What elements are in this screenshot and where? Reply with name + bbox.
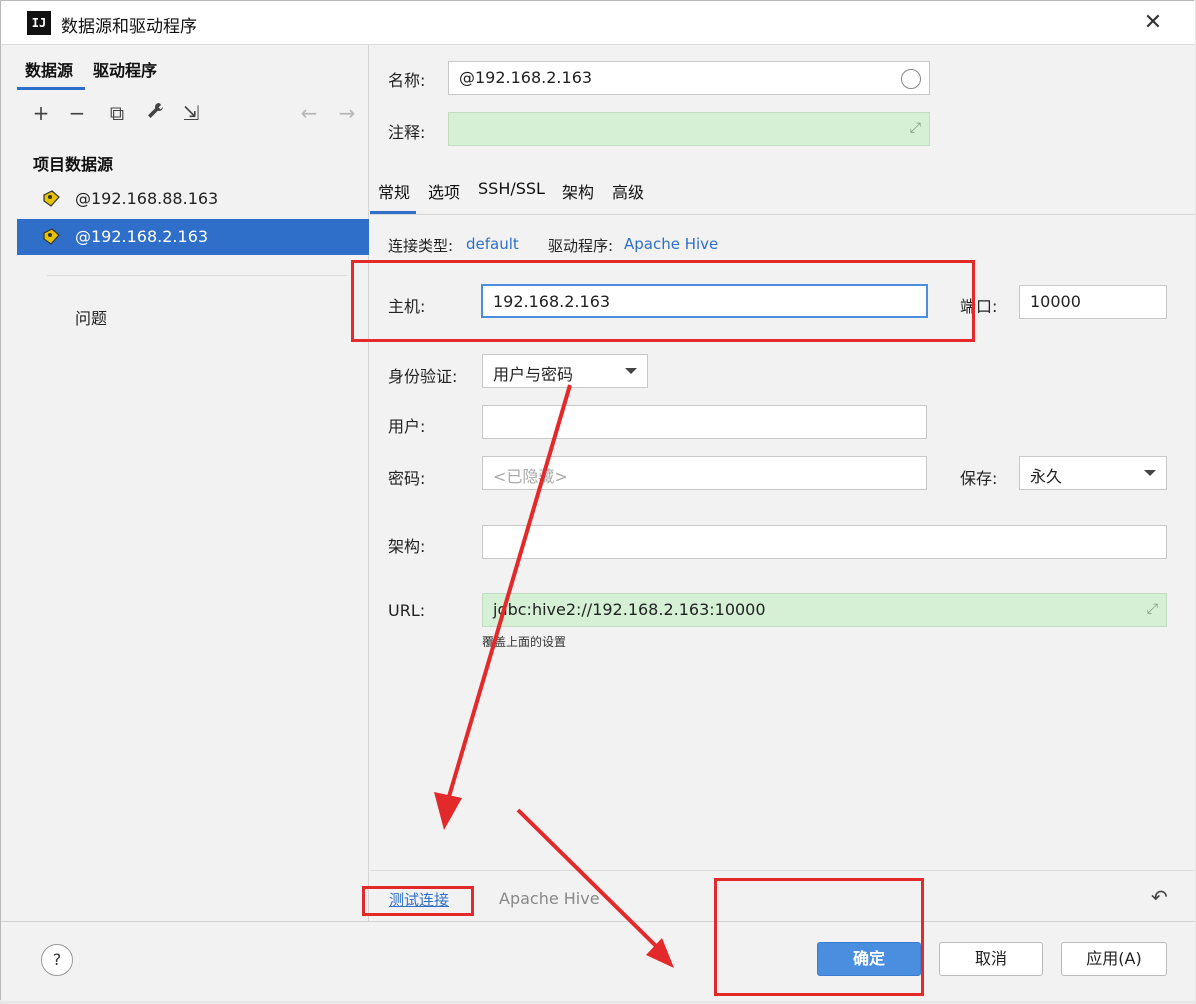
reset-icon[interactable]: ↶	[1151, 885, 1168, 909]
auth-value: 用户与密码	[493, 365, 574, 384]
add-icon[interactable]: +	[29, 101, 53, 125]
data-source-item[interactable]: @192.168.88.163	[17, 181, 369, 217]
save-value: 永久	[1030, 467, 1063, 486]
expand-icon[interactable]: ⤢	[1147, 601, 1158, 617]
app-icon: IJ	[27, 11, 51, 35]
port-input[interactable]: 10000	[1019, 285, 1167, 319]
name-value: @192.168.2.163	[459, 68, 593, 87]
close-button[interactable]: ✕	[1139, 9, 1167, 37]
ok-button[interactable]: 确定	[817, 942, 921, 976]
save-label: 保存:	[960, 469, 998, 488]
forward-arrow-icon[interactable]: →	[335, 101, 359, 125]
expand-icon[interactable]: ⤢	[910, 120, 921, 136]
host-input[interactable]: 192.168.2.163	[481, 284, 928, 318]
bottom-separator	[370, 870, 1195, 871]
auth-label: 身份验证:	[388, 367, 458, 386]
wrench-svg	[148, 103, 163, 118]
driver-status: Apache Hive	[499, 889, 600, 908]
divider	[47, 275, 347, 276]
hive-icon	[41, 189, 61, 209]
host-label: 主机:	[388, 297, 426, 316]
cancel-button[interactable]: 取消	[939, 942, 1043, 976]
title-bar: IJ 数据源和驱动程序 ✕	[1, 1, 1195, 45]
schema-label: 架构:	[388, 537, 426, 556]
url-hint: 覆盖上面的设置	[482, 635, 567, 649]
apply-button[interactable]: 应用(A)	[1061, 942, 1167, 976]
color-picker-icon[interactable]	[901, 69, 921, 89]
user-label: 用户:	[388, 417, 426, 436]
port-label: 端口:	[960, 297, 998, 316]
tab-ssh-ssl[interactable]: SSH/SSL	[478, 179, 545, 198]
url-input[interactable]: jdbc:hive2://192.168.2.163:10000 ⤢	[482, 593, 1167, 627]
schema-input[interactable]	[482, 525, 1167, 559]
tab-general[interactable]: 常规	[378, 179, 410, 203]
project-data-sources-title: 项目数据源	[33, 155, 114, 174]
hive-icon	[41, 227, 61, 247]
footer: ? 确定 取消 应用(A)	[1, 921, 1195, 1001]
password-placeholder: <已隐藏>	[493, 467, 568, 486]
data-source-item-selected[interactable]: @192.168.2.163	[17, 219, 369, 255]
conn-type-link[interactable]: default	[466, 235, 519, 253]
url-value: jdbc:hive2://192.168.2.163:10000	[493, 600, 766, 619]
user-input[interactable]	[482, 405, 927, 439]
url-label: URL:	[388, 601, 426, 620]
hive-svg	[43, 228, 60, 245]
window-title: 数据源和驱动程序	[61, 17, 197, 37]
name-input[interactable]: @192.168.2.163	[448, 61, 930, 95]
auth-select[interactable]: 用户与密码	[482, 354, 648, 388]
wrench-icon[interactable]	[143, 101, 167, 125]
conn-type-label: 连接类型:	[388, 237, 454, 255]
dialog-window: IJ 数据源和驱动程序 ✕ 数据源 驱动程序 + − ⧉ ⇲ ← → 项目数据源…	[0, 0, 1195, 1001]
remove-icon[interactable]: −	[65, 101, 89, 125]
copy-icon[interactable]: ⧉	[105, 101, 129, 125]
chevron-down-icon	[625, 368, 637, 374]
tab-data-sources[interactable]: 数据源	[25, 57, 73, 81]
driver-label: 驱动程序:	[548, 237, 614, 255]
tab-separator	[370, 214, 1195, 215]
tab-options[interactable]: 选项	[428, 179, 460, 203]
left-pane: 数据源 驱动程序 + − ⧉ ⇲ ← → 项目数据源 @192.168.88.1…	[17, 45, 369, 921]
password-label: 密码:	[388, 469, 426, 488]
driver-link[interactable]: Apache Hive	[624, 235, 718, 253]
tab-drivers[interactable]: 驱动程序	[93, 57, 157, 81]
password-input[interactable]: <已隐藏>	[482, 456, 927, 490]
save-select[interactable]: 永久	[1019, 456, 1167, 490]
data-source-label: @192.168.2.163	[75, 227, 209, 246]
chevron-down-icon	[1144, 470, 1156, 476]
problems-item[interactable]: 问题	[75, 305, 107, 329]
test-connection-link[interactable]: 测试连接	[389, 889, 449, 910]
hive-svg	[43, 190, 60, 207]
comment-label: 注释:	[388, 123, 426, 142]
comment-input[interactable]: ⤢	[448, 112, 930, 146]
host-value: 192.168.2.163	[493, 292, 611, 311]
name-label: 名称:	[388, 71, 426, 90]
import-icon[interactable]: ⇲	[179, 101, 203, 125]
help-button[interactable]: ?	[41, 944, 73, 976]
right-pane: 名称: @192.168.2.163 注释: ⤢ 常规 选项 SSH/SSL 架…	[370, 45, 1195, 921]
tab-advanced[interactable]: 高级	[612, 179, 644, 203]
tab-schemas[interactable]: 架构	[562, 179, 594, 203]
tab-underline	[17, 87, 85, 90]
data-source-label: @192.168.88.163	[75, 189, 219, 208]
back-arrow-icon[interactable]: ←	[297, 101, 321, 125]
port-value: 10000	[1030, 292, 1081, 311]
